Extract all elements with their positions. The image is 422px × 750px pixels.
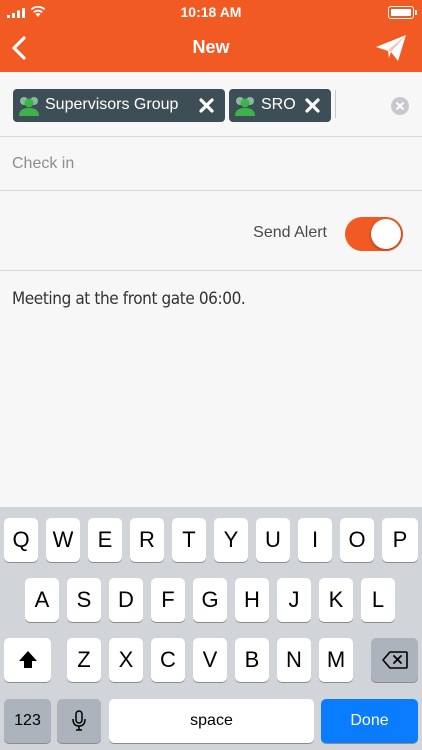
recipient-chip[interactable]: Supervisors Group xyxy=(13,89,225,122)
shift-key[interactable] xyxy=(4,638,51,682)
send-alert-label: Send Alert xyxy=(253,224,327,241)
key-u[interactable]: U xyxy=(256,518,290,562)
key-s[interactable]: S xyxy=(67,578,101,622)
remove-recipient-icon[interactable] xyxy=(305,98,320,113)
status-bar: 10:18 AM xyxy=(0,0,422,24)
key-i[interactable]: I xyxy=(298,518,332,562)
subject-placeholder: Check in xyxy=(12,155,75,172)
remove-recipient-icon[interactable] xyxy=(199,98,214,113)
key-y[interactable]: Y xyxy=(214,518,248,562)
recipient-chip[interactable]: SRO xyxy=(229,89,331,122)
key-d[interactable]: D xyxy=(109,578,143,622)
key-x[interactable]: X xyxy=(109,638,143,682)
recipient-label: Supervisors Group xyxy=(45,96,179,113)
clear-icon[interactable] xyxy=(391,97,409,115)
group-avatar-icon xyxy=(19,97,39,116)
microphone-icon xyxy=(72,710,86,731)
subject-field[interactable]: Check in xyxy=(0,136,422,191)
delete-key[interactable] xyxy=(371,638,418,682)
key-b[interactable]: B xyxy=(235,638,269,682)
group-avatar-icon xyxy=(235,97,255,116)
recipient-label: SRO xyxy=(261,96,296,113)
key-v[interactable]: V xyxy=(193,638,227,682)
message-text[interactable]: Meeting at the front gate 06:00. xyxy=(12,289,246,309)
key-n[interactable]: N xyxy=(277,638,311,682)
text-caret xyxy=(335,90,336,118)
key-r[interactable]: R xyxy=(130,518,164,562)
key-c[interactable]: C xyxy=(151,638,185,682)
key-g[interactable]: G xyxy=(193,578,227,622)
done-key[interactable]: Done xyxy=(321,699,418,743)
key-e[interactable]: E xyxy=(88,518,122,562)
key-j[interactable]: J xyxy=(277,578,311,622)
key-p[interactable]: P xyxy=(382,518,418,562)
paper-plane-icon[interactable] xyxy=(374,33,408,63)
numbers-key[interactable]: 123 xyxy=(4,699,51,743)
key-m[interactable]: M xyxy=(319,638,353,682)
backspace-icon xyxy=(381,651,408,669)
key-q[interactable]: Q xyxy=(4,518,38,562)
keyboard: Q W E R T Y U I O P A S D F G H J K L Z … xyxy=(0,507,422,750)
key-f[interactable]: F xyxy=(151,578,185,622)
status-time: 10:18 AM xyxy=(180,4,242,20)
space-key[interactable]: space xyxy=(109,699,314,743)
page-title: New xyxy=(192,37,230,57)
recipients-field[interactable]: Supervisors Group SRO xyxy=(0,72,422,137)
key-w[interactable]: W xyxy=(46,518,80,562)
key-l[interactable]: L xyxy=(361,578,395,622)
key-k[interactable]: K xyxy=(319,578,353,622)
send-alert-toggle[interactable] xyxy=(345,217,403,251)
dictation-key[interactable] xyxy=(57,699,101,743)
key-h[interactable]: H xyxy=(235,578,269,622)
nav-header: 10:18 AM New xyxy=(0,0,422,72)
battery-icon xyxy=(388,6,417,19)
key-z[interactable]: Z xyxy=(67,638,101,682)
shift-icon xyxy=(18,651,37,668)
key-t[interactable]: T xyxy=(172,518,206,562)
key-a[interactable]: A xyxy=(25,578,59,622)
key-o[interactable]: O xyxy=(340,518,374,562)
